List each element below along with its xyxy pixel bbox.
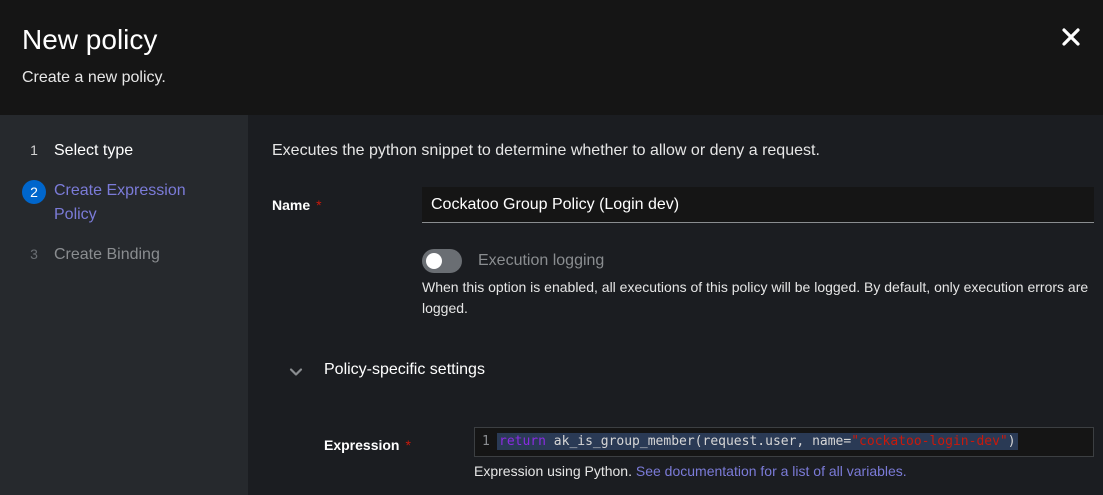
name-label-text: Name [272,197,311,213]
modal-header: New policy Create a new policy. [0,0,1103,115]
expression-helper: Expression using Python. See documentati… [474,463,907,479]
expression-helper-text: Expression using Python. [474,463,632,479]
required-marker: * [405,437,411,453]
section-title: Policy-specific settings [324,361,485,378]
code-string: "cockatoo-login-dev" [851,434,1008,449]
expression-label-text: Expression [324,437,400,453]
close-icon [1062,28,1080,46]
step-number-badge: 2 [22,180,46,204]
step-label: Select type [54,142,134,159]
code-line: return ak_is_group_member(request.user, … [497,433,1018,450]
documentation-link[interactable]: See documentation for a list of all vari… [636,463,907,479]
step-number: 3 [30,246,38,262]
policy-settings-section-toggle[interactable]: Policy-specific settings [288,360,548,384]
execution-logging-toggle[interactable] [422,249,462,273]
name-label: Name * [272,197,322,213]
modal-title: New policy [22,24,158,55]
step-label: Create Expression Policy [54,182,186,223]
execution-logging-label: Execution logging [478,252,605,269]
line-number: 1 [482,434,490,449]
expression-label: Expression * [324,437,411,453]
name-input[interactable] [422,187,1094,223]
step-label: Create Binding [54,246,160,263]
policy-description: Executes the python snippet to determine… [272,142,820,159]
modal-subtitle: Create a new policy. [22,69,166,86]
close-button[interactable] [1060,26,1082,48]
code-call: ak_is_group_member(request.user, name= [545,434,852,449]
step-number: 1 [30,142,38,158]
chevron-down-icon [289,368,303,376]
code-keyword: return [499,434,546,449]
required-marker: * [316,197,322,213]
expression-code-editor[interactable]: 1 return ak_is_group_member(request.user… [474,427,1094,457]
code-close-paren: ) [1007,434,1016,449]
execution-logging-helper: When this option is enabled, all executi… [422,279,1089,316]
wizard-body: Executes the python snippet to determine… [248,115,1103,495]
wizard-steps-nav: 1 Select type 2 Create Expression Policy… [0,115,248,495]
toggle-knob [426,253,442,269]
